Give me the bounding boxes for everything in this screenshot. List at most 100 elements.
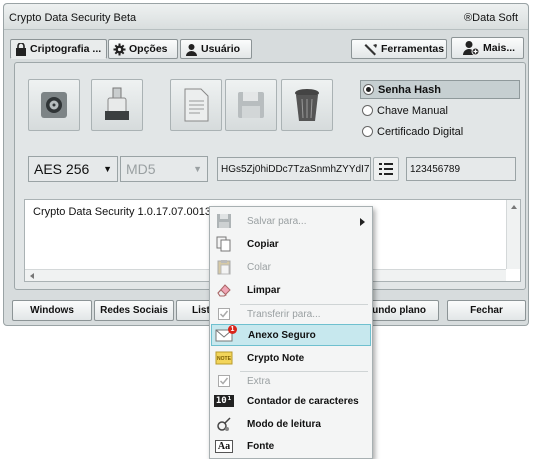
usb-drive-icon: [105, 87, 129, 120]
title-bar: Crypto Data Security Beta ®Data Soft: [4, 4, 528, 30]
menu-item-paste[interactable]: Colar: [211, 256, 371, 278]
menu-item-transfer-to[interactable]: Transferir para...: [211, 303, 371, 325]
menu-item-extra[interactable]: Extra: [211, 370, 371, 392]
menu-item-crypto-note[interactable]: NOTE Crypto Note: [211, 347, 371, 369]
note-icon: NOTE: [211, 347, 237, 369]
key-type-group: Senha Hash Chave Manual Certificado Digi…: [360, 79, 530, 147]
menu-label: Salvar para...: [247, 215, 307, 227]
trash-can-icon: [295, 89, 319, 121]
menu-label: Limpar: [247, 284, 281, 296]
menu-item-secure-attachment[interactable]: 1 Anexo Seguro: [211, 324, 371, 346]
algorithm-value: AES 256: [34, 161, 90, 177]
reading-mode-icon: [211, 413, 237, 435]
copy-icon: [211, 233, 237, 255]
save-disk-button[interactable]: [225, 79, 277, 131]
button-label: Windows: [30, 305, 74, 316]
menu-item-char-counter[interactable]: 10¹ Contador de caracteres: [211, 390, 371, 412]
lock-icon: [16, 42, 26, 56]
radio-senha-hash[interactable]: Senha Hash: [360, 80, 520, 99]
list-icon: [379, 163, 393, 175]
user-icon: [186, 43, 197, 56]
tab-opcoes[interactable]: Opções: [108, 39, 178, 59]
button-label: Redes Sociais: [100, 305, 168, 316]
note-glyph: NOTE: [217, 356, 232, 362]
radio-label: Senha Hash: [378, 83, 441, 96]
add-user-icon: [463, 41, 480, 56]
hash-output-field[interactable]: HGs5Zj0hiDDc7TzaSnmhZYYdI7Uc: [217, 157, 371, 181]
tab-label: Criptografia ...: [30, 43, 102, 55]
radio-dot: [363, 84, 374, 95]
font-glyph: Aa: [214, 439, 234, 453]
tools-label: Ferramentas: [381, 43, 445, 55]
menu-label: Crypto Note: [247, 352, 305, 364]
menu-label: Extra: [247, 375, 271, 387]
list-button[interactable]: [373, 157, 399, 181]
radio-dot: [362, 126, 373, 137]
menu-label: Modo de leitura: [247, 418, 321, 430]
scroll-up-icon: [511, 205, 517, 209]
output-text: Crypto Data Security 1.0.17.07.0013: [33, 206, 211, 218]
tab-usuario[interactable]: Usuário: [180, 39, 252, 59]
context-menu: Salvar para... Copiar Colar Limpar Trans…: [209, 206, 373, 459]
close-button[interactable]: Fechar: [447, 300, 526, 321]
paste-icon: [211, 256, 237, 278]
radio-chave-manual[interactable]: Chave Manual: [360, 101, 520, 120]
radio-certificado-digital[interactable]: Certificado Digital: [360, 122, 520, 141]
menu-label: Copiar: [247, 238, 279, 250]
chevron-down-icon: ▼: [103, 164, 112, 174]
radio-label: Certificado Digital: [377, 125, 464, 138]
save-icon: [211, 210, 237, 232]
usb-button[interactable]: [91, 79, 143, 131]
mail-attachment-icon: 1: [212, 324, 238, 346]
menu-item-font[interactable]: Aa Fonte: [211, 435, 371, 457]
menu-label: Contador de caracteres: [247, 395, 359, 407]
font-icon: Aa: [211, 435, 237, 457]
social-networks-button[interactable]: Redes Sociais: [94, 300, 174, 321]
menu-item-copy[interactable]: Copiar: [211, 233, 371, 255]
password-value: 123456789: [410, 163, 461, 175]
counter-glyph: 10¹: [213, 395, 235, 407]
radio-label: Chave Manual: [377, 104, 448, 117]
algorithm-select[interactable]: AES 256 ▼: [28, 156, 118, 182]
password-field[interactable]: 123456789: [406, 157, 516, 181]
vertical-scrollbar[interactable]: [506, 200, 520, 269]
brand-label: ®Data Soft: [464, 12, 518, 24]
wrench-icon: [364, 43, 377, 55]
hash-select[interactable]: MD5 ▼: [120, 156, 208, 182]
tab-criptografia[interactable]: Criptografia ...: [10, 39, 107, 59]
menu-item-save-to[interactable]: Salvar para...: [211, 210, 371, 232]
document-icon: [184, 88, 209, 122]
hash-value: MD5: [126, 161, 156, 177]
chevron-down-icon: ▼: [193, 164, 202, 174]
safe-icon: [41, 92, 67, 118]
checkbox-icon: [211, 303, 237, 325]
trash-button[interactable]: [281, 79, 333, 131]
tab-label: Usuário: [201, 43, 241, 55]
more-button[interactable]: Mais...: [451, 37, 524, 59]
counter-icon: 10¹: [211, 390, 237, 412]
windows-button[interactable]: Windows: [12, 300, 92, 321]
menu-label: Fonte: [247, 440, 275, 452]
gear-icon: [113, 43, 126, 55]
menu-item-reading-mode[interactable]: Modo de leitura: [211, 413, 371, 435]
button-label: undo plano: [372, 305, 426, 316]
scroll-left-icon: [30, 273, 34, 279]
submenu-arrow-icon: [360, 218, 365, 226]
menu-label: Transferir para...: [247, 308, 321, 320]
notification-badge: 1: [228, 325, 237, 334]
menu-label: Anexo Seguro: [248, 329, 316, 341]
eraser-icon: [211, 279, 237, 301]
safe-button[interactable]: [28, 79, 80, 131]
menu-label: Colar: [247, 261, 271, 273]
hash-output-value: HGs5Zj0hiDDc7TzaSnmhZYYdI7Uc: [221, 163, 371, 175]
menu-item-clear[interactable]: Limpar: [211, 279, 371, 301]
button-label: Fechar: [470, 305, 503, 316]
document-button[interactable]: [170, 79, 222, 131]
floppy-disk-icon: [238, 92, 264, 118]
window-title: Crypto Data Security Beta: [9, 12, 137, 24]
tab-label: Opções: [129, 43, 168, 55]
tools-button[interactable]: Ferramentas: [351, 39, 447, 59]
checkbox-icon: [211, 370, 237, 392]
more-label: Mais...: [483, 42, 516, 54]
radio-dot: [362, 105, 373, 116]
